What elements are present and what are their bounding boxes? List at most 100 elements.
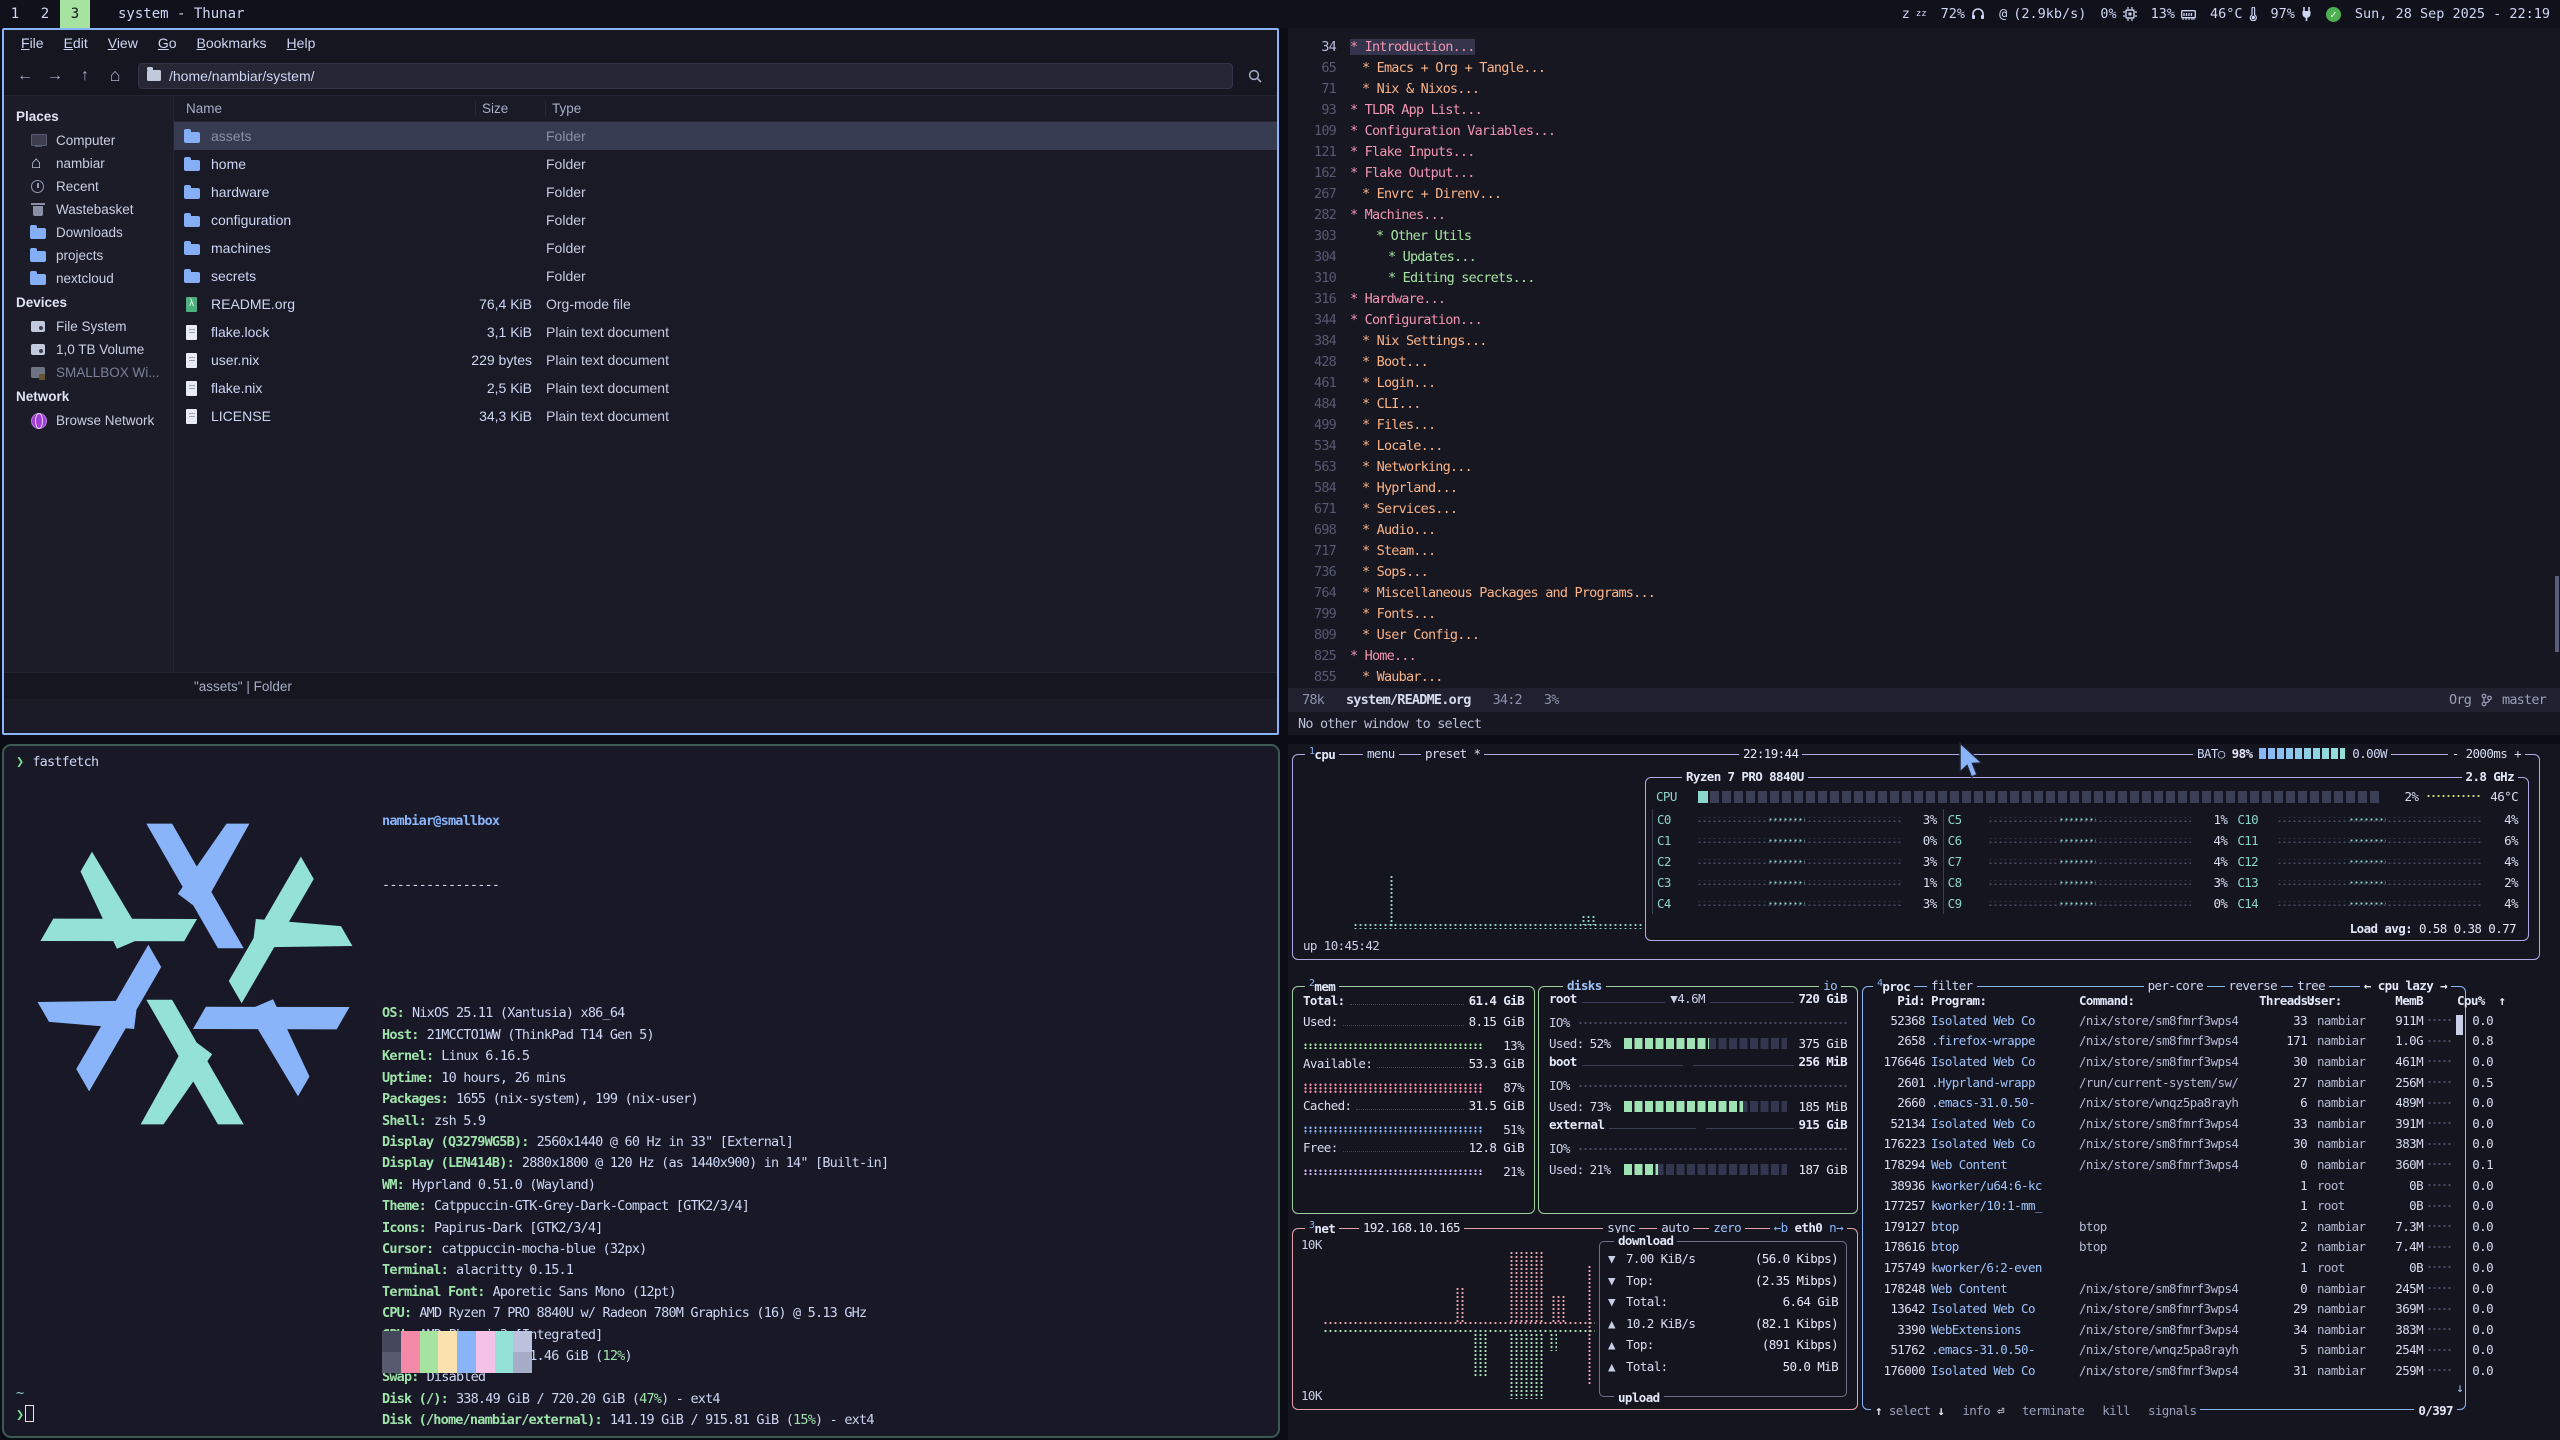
org-heading-line[interactable]: 282 * Machines... <box>1288 204 2560 225</box>
workspace-button[interactable]: 2 <box>30 0 60 28</box>
proc-filter-button[interactable]: filter <box>1927 978 1977 993</box>
network-module[interactable]: @ (2.9kb/s) <box>1999 6 2086 22</box>
org-heading-line[interactable]: 825 * Home... <box>1288 645 2560 666</box>
org-heading[interactable]: * Login... <box>1362 375 1435 391</box>
menu-item[interactable]: View <box>99 32 147 54</box>
org-heading-line[interactable]: 303 * Other Utils <box>1288 225 2560 246</box>
sidebar-item[interactable]: Browse Network <box>4 409 173 432</box>
sort-column-selector[interactable]: ← cpu lazy → <box>2360 978 2451 993</box>
proc-box-title[interactable]: 4proc <box>1873 978 1914 994</box>
org-heading-line[interactable]: 121 * Flake Inputs... <box>1288 141 2560 162</box>
process-row[interactable]: 13642Isolated Web Co/nix/store/sm8fmrf3w… <box>1863 1298 2465 1319</box>
org-heading[interactable]: * Miscellaneous Packages and Programs... <box>1362 585 1655 601</box>
file-row[interactable]: machines Folder <box>174 234 1277 262</box>
org-heading[interactable]: * User Config... <box>1362 627 1479 643</box>
org-heading[interactable]: * Introduction... <box>1350 39 1475 55</box>
org-heading-line[interactable]: 809 * User Config... <box>1288 624 2560 645</box>
reverse-button[interactable]: reverse <box>2225 978 2281 993</box>
org-heading[interactable]: * Sops... <box>1362 564 1428 580</box>
proc-footer-button[interactable]: info ⏎ <box>1962 1403 2004 1418</box>
file-row[interactable]: secrets Folder <box>174 262 1277 290</box>
emacs-modeline[interactable]: 78k system/README.org 34:2 3% Org master <box>1288 688 2560 712</box>
process-row[interactable]: 178248Web Content/nix/store/sm8fmrf3wps4… <box>1863 1278 2465 1299</box>
sidebar-item[interactable]: nambiar <box>4 152 173 175</box>
net-box-title[interactable]: 3net <box>1305 1220 1339 1236</box>
sidebar-item[interactable]: SMALLBOX Wi... <box>4 361 173 384</box>
org-heading[interactable]: * Locale... <box>1362 438 1443 454</box>
file-row[interactable]: home Folder <box>174 150 1277 178</box>
org-heading[interactable]: * Emacs + Org + Tangle... <box>1362 60 1545 76</box>
memory-module[interactable]: 13% <box>2151 6 2196 22</box>
status-check-icon[interactable]: ✓ <box>2326 7 2341 22</box>
org-heading[interactable]: * Home... <box>1350 648 1416 664</box>
org-heading-line[interactable]: 344 * Configuration... <box>1288 309 2560 330</box>
home-button[interactable]: ⌂ <box>102 63 128 89</box>
forward-button[interactable]: → <box>42 63 68 89</box>
process-row[interactable]: 51762.emacs-31.0.50-/nix/store/wnqz5pa8r… <box>1863 1340 2465 1361</box>
org-heading[interactable]: * Machines... <box>1350 207 1445 223</box>
update-interval[interactable]: - 2000ms + <box>2448 746 2525 761</box>
org-heading-line[interactable]: 65 * Emacs + Org + Tangle... <box>1288 57 2560 78</box>
per-core-button[interactable]: per-core <box>2144 978 2207 993</box>
file-row[interactable]: LICENSE 34,3 KiB Plain text document <box>174 402 1277 430</box>
process-row[interactable]: 52134Isolated Web Co/nix/store/sm8fmrf3w… <box>1863 1113 2465 1134</box>
org-heading-line[interactable]: 717 * Steam... <box>1288 540 2560 561</box>
org-heading[interactable]: * Updates... <box>1388 249 1476 265</box>
column-header-name[interactable]: Name <box>174 101 476 116</box>
preset-button[interactable]: preset * <box>1421 746 1484 761</box>
process-row[interactable]: 2601.Hyprland-wrapp/run/current-system/s… <box>1863 1072 2465 1093</box>
org-heading-line[interactable]: 698 * Audio... <box>1288 519 2560 540</box>
volume-module[interactable]: 72% <box>1941 6 1985 22</box>
org-heading-line[interactable]: 461 * Login... <box>1288 372 2560 393</box>
org-heading[interactable]: * Configuration... <box>1350 312 1482 328</box>
process-row[interactable]: 2660.emacs-31.0.50-/nix/store/wnqz5pa8ra… <box>1863 1092 2465 1113</box>
terminal-cursor[interactable] <box>25 1405 34 1422</box>
org-heading[interactable]: * Editing secrets... <box>1388 270 1535 286</box>
sidebar-item[interactable]: File System <box>4 315 173 338</box>
org-heading-line[interactable]: 736 * Sops... <box>1288 561 2560 582</box>
tree-button[interactable]: tree <box>2293 978 2329 993</box>
org-heading-line[interactable]: 428 * Boot... <box>1288 351 2560 372</box>
org-heading-line[interactable]: 109 * Configuration Variables... <box>1288 120 2560 141</box>
file-row[interactable]: flake.lock 3,1 KiB Plain text document <box>174 318 1277 346</box>
proc-footer-button[interactable]: terminate <box>2022 1403 2084 1418</box>
org-heading-line[interactable]: 671 * Services... <box>1288 498 2560 519</box>
org-heading[interactable]: * Flake Inputs... <box>1350 144 1475 160</box>
org-heading[interactable]: * Networking... <box>1362 459 1472 475</box>
org-heading[interactable]: * Services... <box>1362 501 1457 517</box>
process-row[interactable]: 178616btopbtop2nambiar7.4M0.0 <box>1863 1237 2465 1258</box>
memory-box-title[interactable]: 2mem <box>1305 978 1339 994</box>
org-buffer[interactable]: 34 * Introduction... 65 * Emacs + Org + … <box>1288 28 2560 688</box>
process-row[interactable]: 38936kworker/u64:6-kc1root0B0.0 <box>1863 1175 2465 1196</box>
org-heading-line[interactable]: 799 * Fonts... <box>1288 603 2560 624</box>
net-zero-button[interactable]: zero <box>1709 1220 1745 1235</box>
org-heading-line[interactable]: 484 * CLI... <box>1288 393 2560 414</box>
org-heading-line[interactable]: 93 * TLDR App List... <box>1288 99 2560 120</box>
org-heading[interactable]: * Flake Output... <box>1350 165 1475 181</box>
temperature-module[interactable]: 46°C <box>2210 6 2257 22</box>
org-heading-line[interactable]: 267 * Envrc + Direnv... <box>1288 183 2560 204</box>
clock-module[interactable]: Sun, 28 Sep 2025 - 22:19 <box>2355 6 2550 22</box>
org-heading-line[interactable]: 162 * Flake Output... <box>1288 162 2560 183</box>
process-row[interactable]: 178294Web Content/nix/store/sm8fmrf3wps4… <box>1863 1154 2465 1175</box>
sidebar-item[interactable]: projects <box>4 244 173 267</box>
disks-box-title[interactable]: disks <box>1563 978 1606 993</box>
menu-item[interactable]: Edit <box>55 32 97 54</box>
org-heading[interactable]: * Steam... <box>1362 543 1435 559</box>
io-mode-button[interactable]: io <box>1819 978 1841 993</box>
org-heading-line[interactable]: 34 * Introduction... <box>1288 36 2560 57</box>
org-heading-line[interactable]: 310 * Editing secrets... <box>1288 267 2560 288</box>
column-header-type[interactable]: Type <box>546 101 581 116</box>
up-button[interactable]: ↑ <box>72 63 98 89</box>
idle-inhibitor[interactable]: zzz <box>1902 6 1927 22</box>
menu-item[interactable]: Go <box>149 32 186 54</box>
org-heading-line[interactable]: 584 * Hyprland... <box>1288 477 2560 498</box>
org-heading[interactable]: * Nix Settings... <box>1362 333 1487 349</box>
scroll-down-arrow[interactable]: ↓ <box>2456 1380 2463 1395</box>
org-heading-line[interactable]: 563 * Networking... <box>1288 456 2560 477</box>
back-button[interactable]: ← <box>12 63 38 89</box>
org-heading[interactable]: * CLI... <box>1362 396 1421 412</box>
org-heading[interactable]: * Envrc + Direnv... <box>1362 186 1501 202</box>
path-bar[interactable]: /home/nambiar/system/ <box>138 63 1233 89</box>
org-heading[interactable]: * Files... <box>1362 417 1435 433</box>
